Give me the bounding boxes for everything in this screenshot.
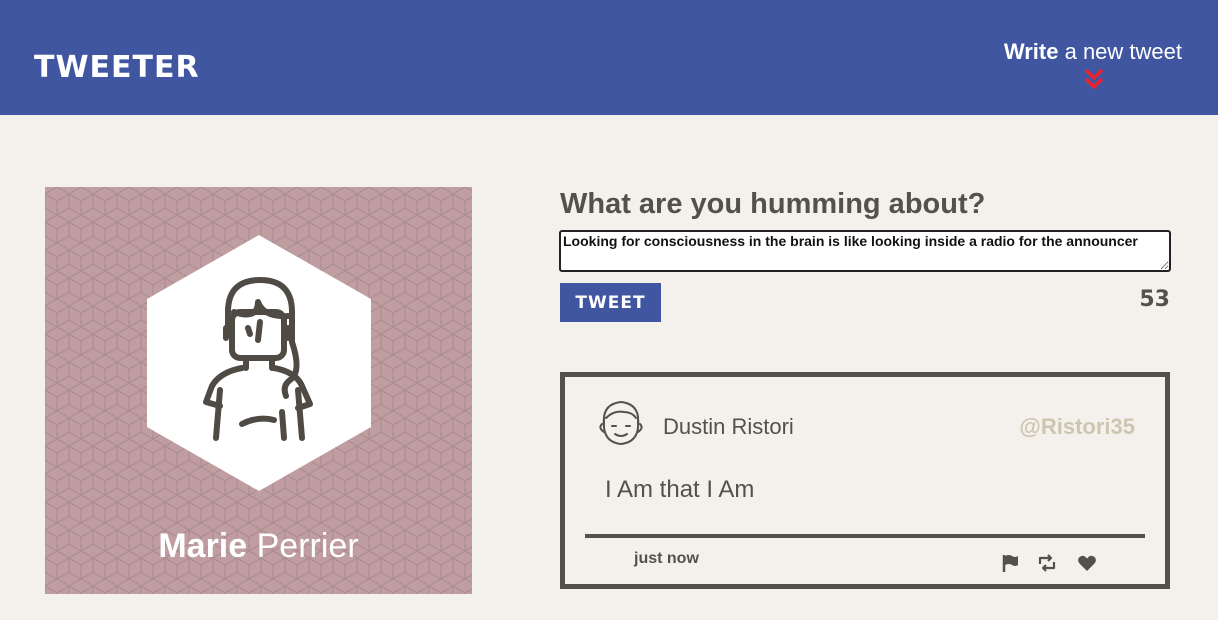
tweet-input[interactable] <box>559 230 1171 272</box>
tweet-text: I Am that I Am <box>605 476 755 503</box>
profile-name: Marie Perrier <box>45 525 472 567</box>
tweet-handle: @Ristori35 <box>1019 414 1135 439</box>
woman-avatar-icon[interactable] <box>198 272 318 442</box>
profile-first-name: Marie <box>158 527 248 565</box>
tweet-card: Dustin Ristori @Ristori35 I Am that I Am… <box>560 372 1170 589</box>
write-new-tweet-label[interactable]: Write a new tweet <box>1004 38 1182 66</box>
profile-last-name: Perrier <box>247 527 359 565</box>
tweet-timestamp: just now <box>634 550 699 567</box>
tweet-author: Dustin Ristori <box>663 414 794 439</box>
man-avatar-icon[interactable] <box>598 398 644 448</box>
flag-icon[interactable] <box>1001 553 1021 573</box>
character-counter: 53 <box>1139 287 1170 312</box>
navbar: TWEETER Write a new tweet <box>0 0 1218 115</box>
brand-logo[interactable]: TWEETER <box>34 49 200 87</box>
heart-icon[interactable] <box>1077 553 1097 573</box>
write-label-bold: Write <box>1003 39 1059 64</box>
composer-title: What are you humming about? <box>560 188 986 220</box>
tweet-button[interactable]: TWEET <box>560 283 661 322</box>
retweet-icon[interactable] <box>1037 553 1057 573</box>
write-label-rest: a new tweet <box>1058 39 1182 64</box>
double-chevron-down-icon[interactable] <box>1084 68 1104 90</box>
write-new-tweet-toggle[interactable]: Write a new tweet <box>982 38 1182 94</box>
tweet-divider <box>585 534 1145 538</box>
